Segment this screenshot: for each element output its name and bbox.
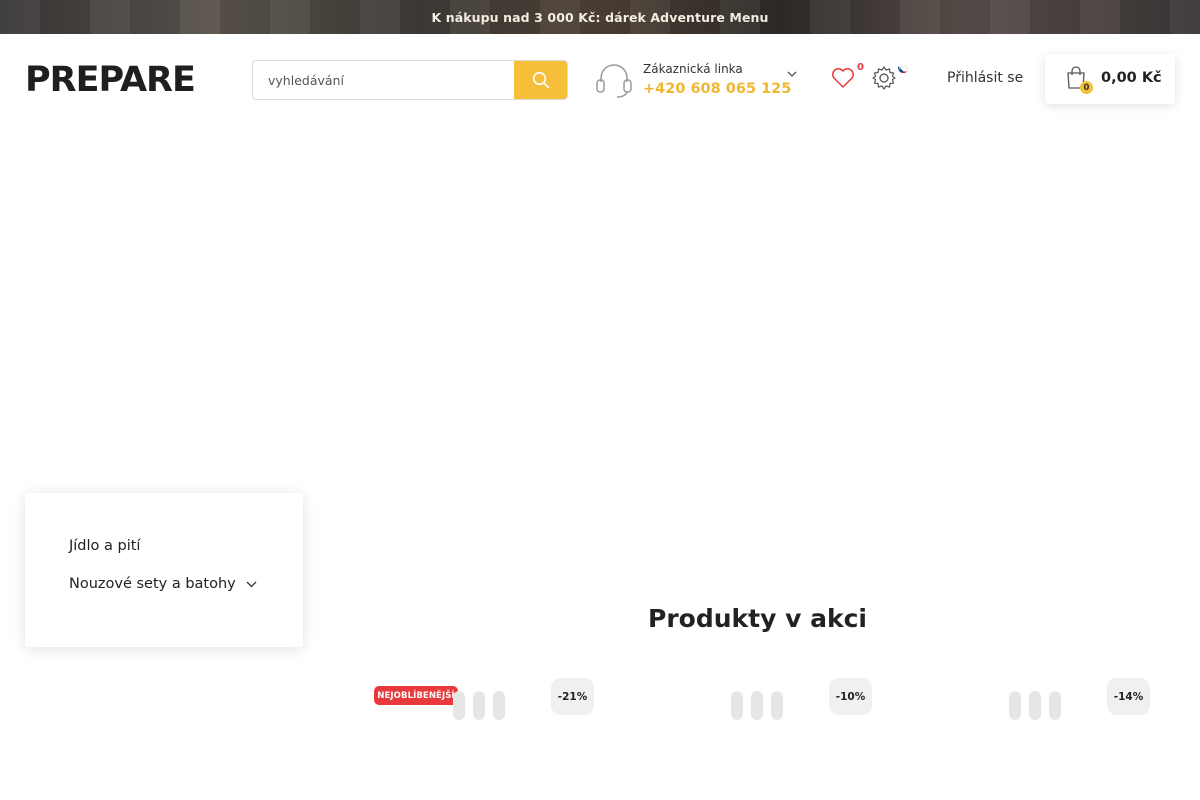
- chevron-down-icon[interactable]: [787, 70, 797, 78]
- product-loader: [453, 691, 505, 720]
- search-icon: [532, 71, 549, 89]
- category-label: Jídlo a pití: [69, 538, 141, 554]
- discount-badge: -21%: [551, 678, 594, 715]
- customer-support[interactable]: Zákaznická linka +420 608 065 125: [595, 60, 800, 100]
- cart-button[interactable]: 0 0,00 Kč: [1045, 54, 1175, 104]
- announcement-bar: K nákupu nad 3 000 Kč: dárek Adventure M…: [0, 0, 1200, 34]
- chevron-down-icon: [246, 581, 257, 588]
- heart-icon[interactable]: [829, 64, 857, 92]
- cart-count-badge: 0: [1080, 81, 1093, 94]
- search-input[interactable]: [253, 61, 514, 99]
- cart-total: 0,00 Kč: [1101, 70, 1162, 86]
- search-bar: [252, 60, 568, 100]
- product-loader: [1009, 691, 1061, 720]
- logo[interactable]: PREPARE: [25, 57, 221, 103]
- support-phone[interactable]: +420 608 065 125: [643, 81, 791, 97]
- discount-badge: -10%: [829, 678, 872, 715]
- category-menu: Jídlo a pití Nouzové sety a batohy: [25, 493, 303, 647]
- czech-flag-icon[interactable]: [898, 62, 909, 73]
- category-label: Nouzové sety a batohy: [69, 576, 236, 592]
- wishlist-count: 0: [857, 62, 864, 73]
- category-emergency-kits[interactable]: Nouzové sety a batohy: [69, 576, 257, 592]
- logo-text: PREPARE: [25, 60, 196, 100]
- headset-icon: [596, 64, 632, 98]
- discount-badge: -14%: [1107, 678, 1150, 715]
- section-title: Produkty v akci: [648, 604, 867, 633]
- announcement-text: K nákupu nad 3 000 Kč: dárek Adventure M…: [431, 9, 769, 25]
- popular-badge: NEJOBLÍBENĚJŠÍ: [374, 686, 458, 705]
- search-button[interactable]: [514, 61, 567, 99]
- support-label: Zákaznická linka: [643, 62, 743, 76]
- gear-icon[interactable]: [871, 65, 897, 91]
- category-food-drink[interactable]: Jídlo a pití: [69, 538, 140, 554]
- login-link[interactable]: Přihlásit se: [947, 70, 1023, 86]
- product-loader: [731, 691, 783, 720]
